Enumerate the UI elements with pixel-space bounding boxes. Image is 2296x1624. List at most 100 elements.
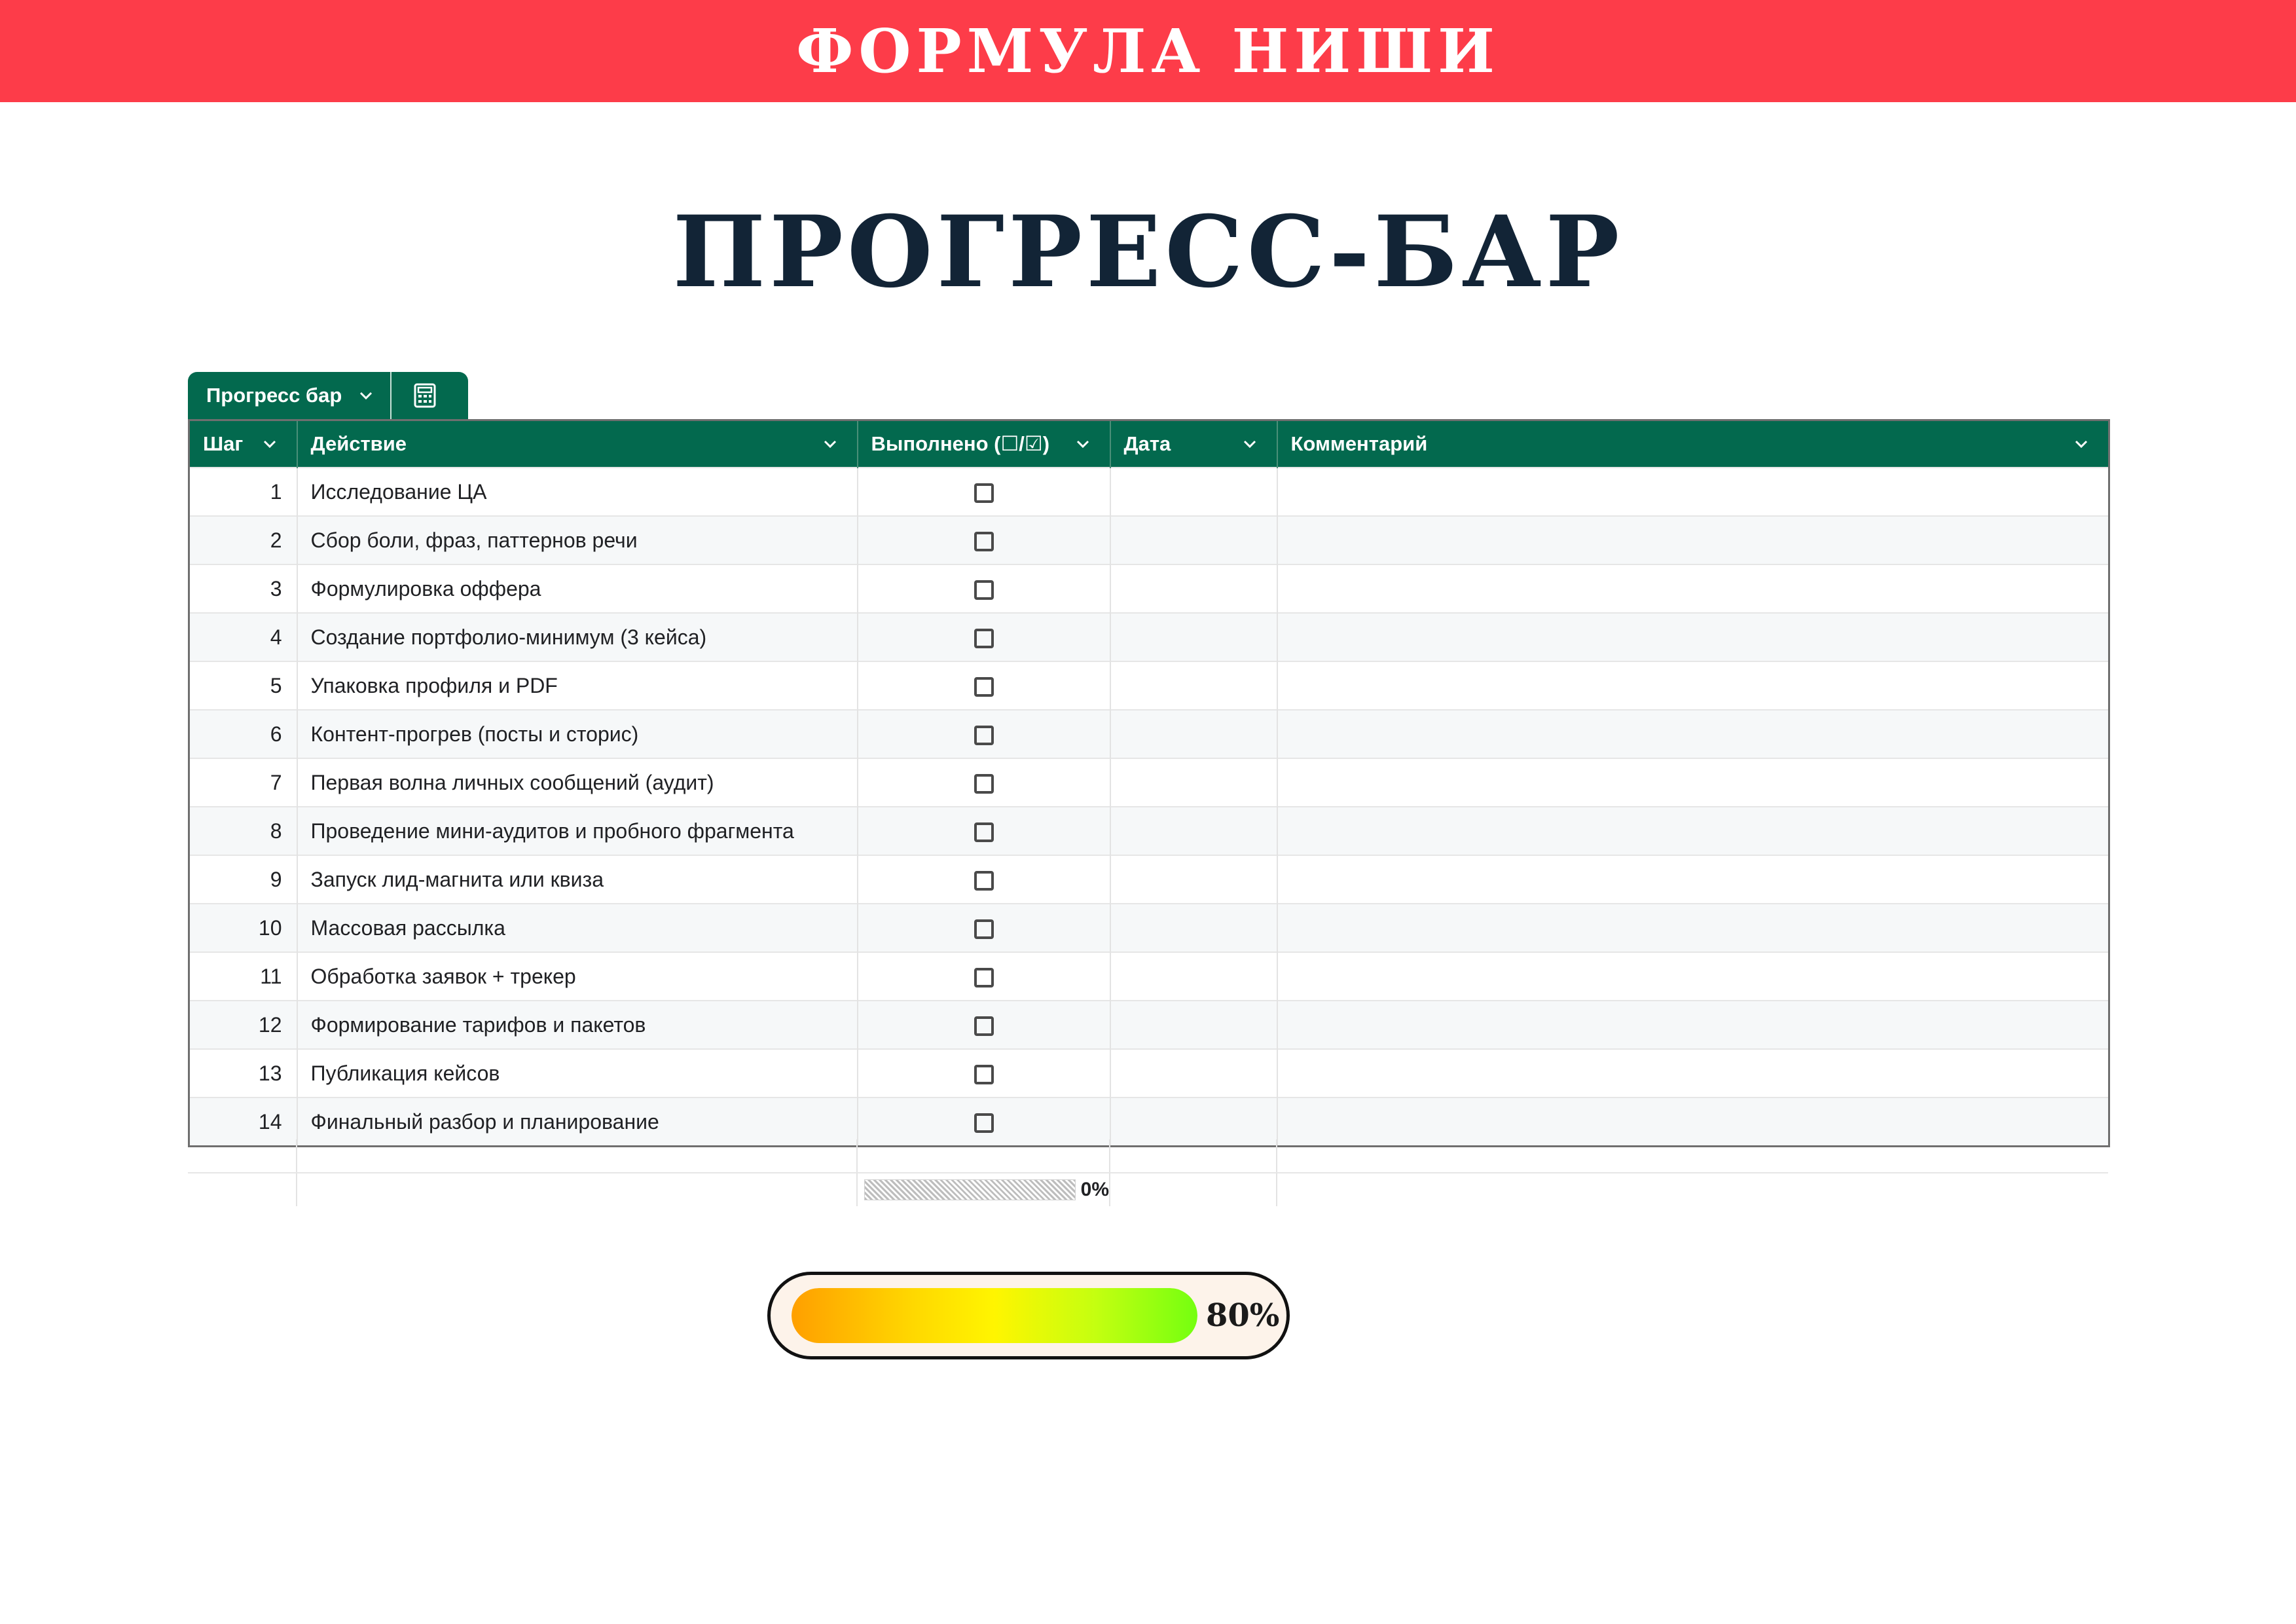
checkbox-unchecked-icon[interactable] [974,1016,994,1037]
sheet-tab[interactable]: Прогресс бар [188,372,468,419]
action-cell[interactable]: Проведение мини-аудитов и пробного фрагм… [296,806,858,855]
action-cell[interactable]: Контент-прогрев (посты и сторис) [296,709,858,758]
comment-cell[interactable] [1276,515,2109,564]
checkbox-unchecked-icon[interactable] [974,1113,994,1134]
sheet-tab-label: Прогресс бар [206,384,342,407]
step-number[interactable]: 10 [189,903,297,952]
checkbox-unchecked-icon[interactable] [974,822,994,843]
chevron-down-icon[interactable] [820,434,840,454]
column-header[interactable]: Действие [296,420,858,468]
table-row: 1 Исследование ЦА [189,467,2109,516]
date-cell[interactable] [1109,1000,1277,1049]
column-header[interactable]: Комментарий [1276,420,2109,468]
comment-cell[interactable] [1276,951,2109,1001]
table-row: 8 Проведение мини-аудитов и пробного фраг… [189,806,2109,855]
date-cell[interactable] [1109,855,1277,904]
step-number[interactable]: 8 [189,806,297,855]
action-cell[interactable]: Формулировка оффера [296,564,858,613]
step-number[interactable]: 1 [189,467,297,516]
checkbox-unchecked-icon[interactable] [974,726,994,746]
comment-cell[interactable] [1276,758,2109,807]
empty-cell[interactable] [296,1173,856,1206]
comment-cell[interactable] [1276,467,2109,516]
step-number[interactable]: 12 [189,1000,297,1049]
sheet-progress-cell[interactable]: 0% [856,1173,1109,1206]
date-cell[interactable] [1109,1048,1277,1098]
date-cell[interactable] [1109,903,1277,952]
checkbox-unchecked-icon[interactable] [974,677,994,697]
step-number[interactable]: 9 [189,855,297,904]
step-number[interactable]: 2 [189,515,297,564]
empty-cell[interactable] [1109,1173,1276,1206]
comment-cell[interactable] [1276,1000,2109,1049]
comment-cell[interactable] [1276,1048,2109,1098]
date-cell[interactable] [1109,709,1277,758]
comment-cell[interactable] [1276,709,2109,758]
chevron-down-icon[interactable] [2071,434,2091,454]
step-number[interactable]: 6 [189,709,297,758]
table-header-row: Шаг Действие Выполнено (☐/☑) Дата Комментари… [189,420,2109,468]
empty-cell[interactable] [1276,1139,2108,1172]
date-cell[interactable] [1109,758,1277,807]
action-cell[interactable]: Формирование тарифов и пакетов [296,1000,858,1049]
date-cell[interactable] [1109,951,1277,1001]
empty-cell[interactable] [188,1139,296,1172]
checkbox-unchecked-icon[interactable] [974,483,994,504]
checkbox-unchecked-icon[interactable] [974,774,994,794]
step-number[interactable]: 5 [189,661,297,710]
action-cell[interactable]: Сбор боли, фраз, паттернов речи [296,515,858,564]
empty-cell[interactable] [856,1139,1109,1172]
comment-cell[interactable] [1276,806,2109,855]
table-row: 12 Формирование тарифов и пакетов [189,1000,2109,1049]
checkbox-unchecked-icon[interactable] [974,1065,994,1085]
step-number[interactable]: 11 [189,951,297,1001]
date-cell[interactable] [1109,806,1277,855]
action-cell[interactable]: Массовая рассылка [296,903,858,952]
column-header[interactable]: Дата [1109,420,1277,468]
date-cell[interactable] [1109,564,1277,613]
table-row: 3 Формулировка оффера [189,564,2109,613]
empty-cell[interactable] [1109,1139,1276,1172]
checkbox-unchecked-icon[interactable] [974,580,994,600]
step-number[interactable]: 4 [189,612,297,661]
step-number[interactable]: 13 [189,1048,297,1098]
checkbox-unchecked-icon[interactable] [974,532,994,552]
checkbox-unchecked-icon[interactable] [974,871,994,891]
comment-cell[interactable] [1276,564,2109,613]
chevron-down-icon[interactable] [1073,434,1093,454]
date-cell[interactable] [1109,612,1277,661]
checkbox-unchecked-icon[interactable] [974,968,994,988]
calculator-icon[interactable] [410,380,440,411]
column-header[interactable]: Шаг [189,420,297,468]
top-banner: ФОРМУЛА НИШИ [0,0,2296,102]
date-cell[interactable] [1109,661,1277,710]
action-cell[interactable]: Запуск лид-магнита или квиза [296,855,858,904]
action-cell[interactable]: Упаковка профиля и PDF [296,661,858,710]
chevron-down-icon[interactable] [356,386,376,405]
sheet-table: Шаг Действие Выполнено (☐/☑) Дата Комментари… [188,419,2110,1147]
action-cell[interactable]: Исследование ЦА [296,467,858,516]
action-cell[interactable]: Публикация кейсов [296,1048,858,1098]
column-header-label: Дата [1123,432,1171,455]
checkbox-unchecked-icon[interactable] [974,629,994,649]
date-cell[interactable] [1109,467,1277,516]
empty-cell[interactable] [1276,1173,2108,1206]
comment-cell[interactable] [1276,612,2109,661]
chevron-down-icon[interactable] [260,434,280,454]
date-cell[interactable] [1109,515,1277,564]
action-cell[interactable]: Обработка заявок + трекер [296,951,858,1001]
comment-cell[interactable] [1276,903,2109,952]
checkbox-unchecked-icon[interactable] [974,919,994,940]
action-cell[interactable]: Первая волна личных сообщений (аудит) [296,758,858,807]
step-number[interactable]: 3 [189,564,297,613]
step-number[interactable]: 7 [189,758,297,807]
empty-cell[interactable] [188,1173,296,1206]
comment-cell[interactable] [1276,855,2109,904]
comment-cell[interactable] [1276,661,2109,710]
empty-cell[interactable] [296,1139,856,1172]
chevron-down-icon[interactable] [1240,434,1260,454]
column-header[interactable]: Выполнено (☐/☑) [856,420,1110,468]
sheet-progress-label: 0% [1080,1179,1109,1200]
action-cell[interactable]: Создание портфолио-минимум (3 кейса) [296,612,858,661]
table-row: 10 Массовая рассылка [189,903,2109,952]
